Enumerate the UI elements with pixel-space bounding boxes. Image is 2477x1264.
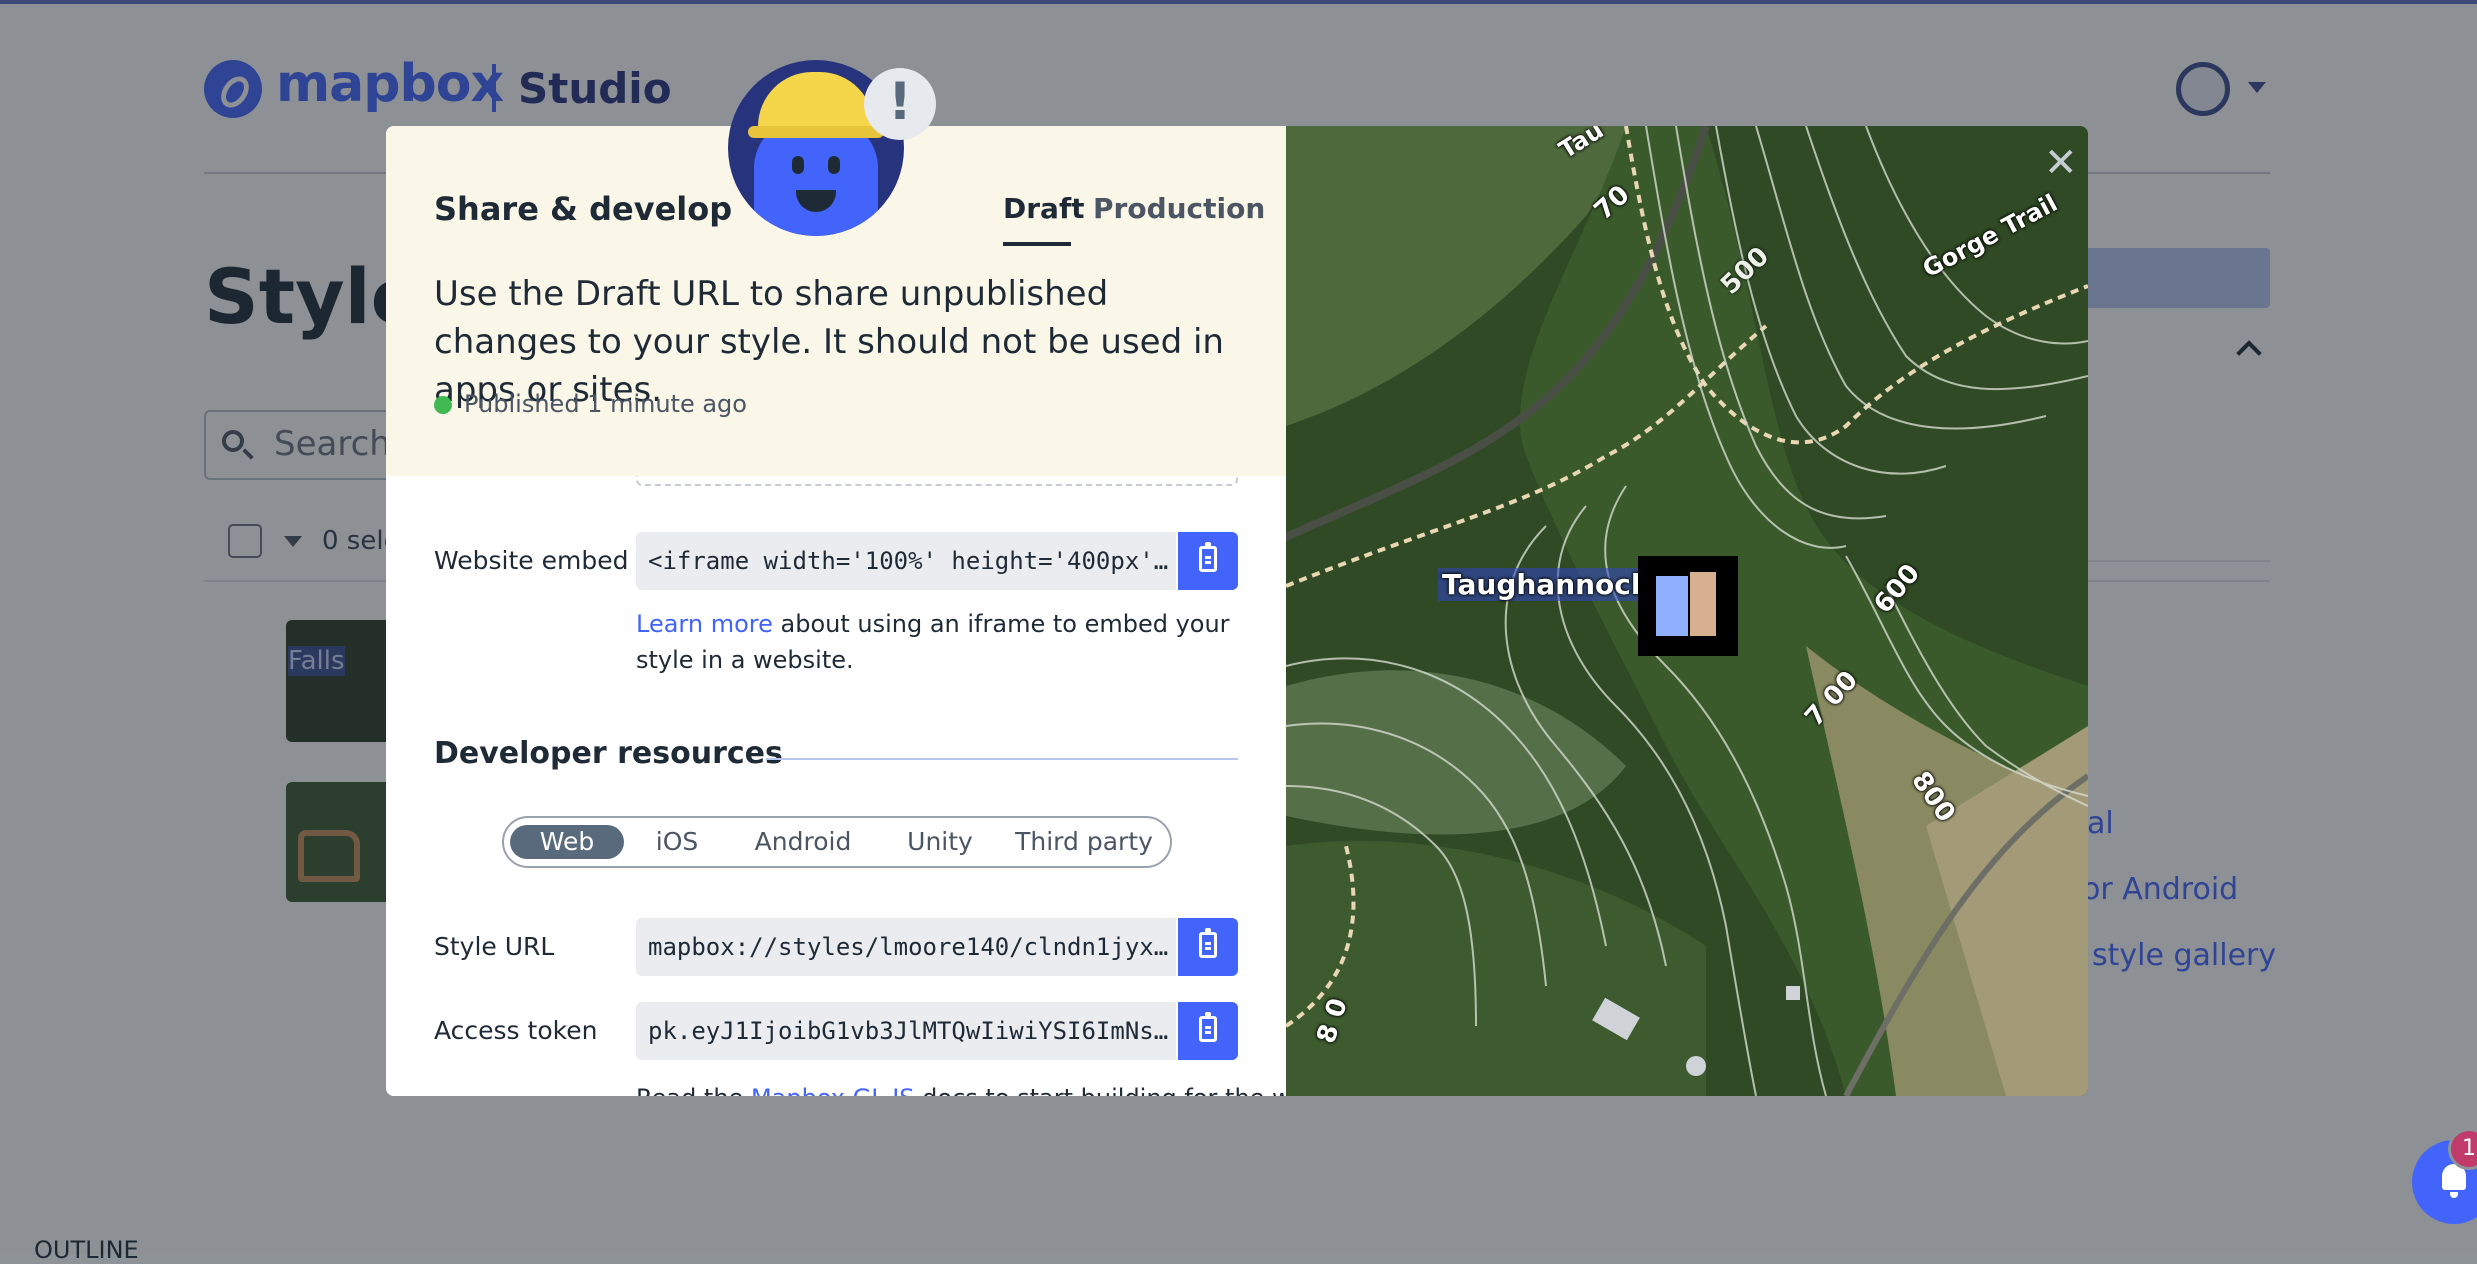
waterfall-marker-icon[interactable] — [1638, 556, 1738, 656]
mapbox-gl-js-link[interactable]: Mapbox GL JS — [751, 1084, 915, 1096]
website-embed-field[interactable]: <iframe width='100%' height='400px' src=… — [636, 532, 1176, 590]
access-token-field[interactable]: pk.eyJ1IjoibG1vb3JlMTQwIiwiYSI6ImNsxxxxx… — [636, 1002, 1176, 1060]
modal-left-pane: Share & develop Draft Production Use the… — [386, 126, 1286, 1096]
clipboard-icon — [1199, 928, 1217, 958]
tab-draft[interactable]: Draft — [1003, 192, 1085, 225]
platform-tabs: Web iOS Android Unity Third party — [502, 816, 1172, 868]
learn-more-link[interactable]: Learn more — [636, 610, 773, 638]
map-preview[interactable]: ✕ Tau 70 500 Gorge Trail Taughannock Fal… — [1286, 126, 2088, 1096]
alert-bubble-icon: ! — [864, 68, 936, 140]
clipboard-icon — [1199, 1012, 1217, 1042]
docs-footer-prefix: Read the — [636, 1084, 751, 1096]
copy-style-url-button[interactable] — [1178, 918, 1238, 976]
access-token-label: Access token — [434, 1016, 598, 1045]
docs-footer-suffix: docs to start building for the web. — [915, 1084, 1286, 1096]
developer-resources-title: Developer resources — [434, 736, 783, 771]
style-url-label: Style URL — [434, 932, 555, 961]
section-rule — [766, 758, 1238, 760]
tab-ios[interactable]: iOS — [634, 825, 720, 859]
clipboard-icon — [1199, 542, 1217, 572]
active-tab-indicator — [1003, 242, 1071, 246]
status-dot-icon — [434, 396, 452, 414]
docs-footer-text: Read the Mapbox GL JS docs to start buil… — [636, 1084, 1286, 1096]
embed-help-text: Learn more about using an iframe to embe… — [636, 606, 1236, 678]
copy-access-token-button[interactable] — [1178, 1002, 1238, 1060]
tab-production[interactable]: Production — [1093, 192, 1265, 225]
publish-status: Published 1 minute ago — [464, 390, 747, 418]
share-develop-modal: Share & develop Draft Production Use the… — [386, 126, 2088, 1096]
website-embed-label: Website embed — [434, 546, 629, 575]
tab-web[interactable]: Web — [510, 825, 624, 859]
modal-title: Share & develop — [434, 190, 733, 228]
tab-third-party[interactable]: Third party — [1004, 825, 1164, 859]
tab-unity[interactable]: Unity — [886, 825, 994, 859]
tab-android[interactable]: Android — [730, 825, 876, 859]
copy-embed-button[interactable] — [1178, 532, 1238, 590]
style-url-field[interactable]: mapbox://styles/lmoore140/clndn1jyxxxxxx… — [636, 918, 1176, 976]
close-icon[interactable]: ✕ — [2044, 140, 2078, 186]
